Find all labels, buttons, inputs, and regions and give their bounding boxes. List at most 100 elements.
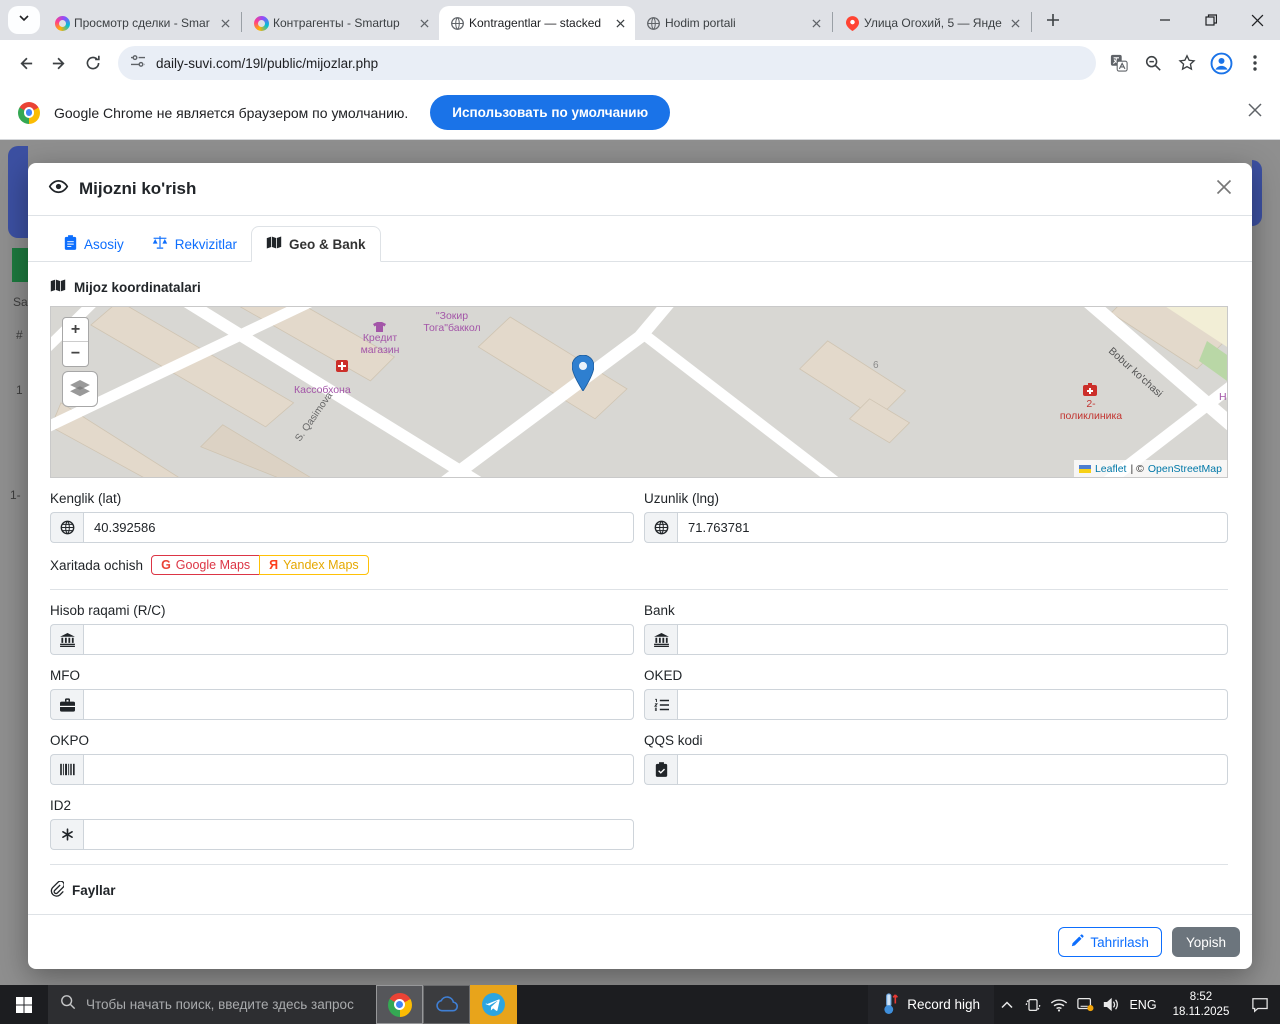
tab-separator xyxy=(241,12,242,32)
clock-time: 8:52 xyxy=(1162,990,1240,1005)
thermometer-icon xyxy=(882,992,899,1018)
bookmark-star-icon[interactable] xyxy=(1170,46,1204,80)
start-button[interactable] xyxy=(0,985,48,1024)
bank-icon xyxy=(50,624,83,655)
balance-scale-icon xyxy=(152,235,168,253)
zoom-in-button[interactable]: + xyxy=(63,318,88,342)
taskbar-telegram-button[interactable] xyxy=(470,985,517,1024)
infobar-message: Google Chrome не является браузером по у… xyxy=(54,105,408,121)
field-label: Bank xyxy=(644,603,1228,618)
browser-tab-1[interactable]: Просмотр сделки - Smar xyxy=(44,6,240,40)
map-canvas[interactable] xyxy=(51,307,1227,478)
modal-header: Mijozni ko'rish xyxy=(28,163,1252,216)
browser-tab-5[interactable]: Улица Огохий, 5 — Янде xyxy=(834,6,1030,40)
id2-input[interactable] xyxy=(83,819,634,850)
tab-close-icon[interactable] xyxy=(217,15,234,32)
browser-tab-2[interactable]: Контрагенты - Smartup xyxy=(243,6,439,40)
tray-volume-icon[interactable] xyxy=(1098,997,1124,1012)
reload-button[interactable] xyxy=(76,46,110,80)
profile-avatar[interactable] xyxy=(1204,46,1238,80)
open-map-label: Xaritada ochish xyxy=(50,558,143,573)
tab-rekvizitlar[interactable]: Rekvizitlar xyxy=(138,226,251,262)
field-label: Uzunlik (lng) xyxy=(644,491,1228,506)
tab-title: Улица Огохий, 5 — Янде xyxy=(864,16,1003,30)
asterisk-icon xyxy=(50,819,83,850)
close-window-button[interactable] xyxy=(1234,0,1280,40)
new-tab-button[interactable] xyxy=(1039,6,1067,34)
address-bar[interactable]: daily-suvi.com/19l/public/mijozlar.php xyxy=(118,46,1096,80)
tab-close-icon[interactable] xyxy=(808,15,825,32)
tab-asosiy[interactable]: Asosiy xyxy=(50,226,138,262)
globe-favicon xyxy=(449,15,465,31)
chrome-logo-icon xyxy=(388,993,412,1017)
language-indicator[interactable]: ENG xyxy=(1124,998,1162,1012)
zoom-icon[interactable] xyxy=(1136,46,1170,80)
tahrirlash-button[interactable]: Tahrirlash xyxy=(1058,927,1162,957)
section-title-text: Mijoz koordinatalari xyxy=(74,280,201,295)
bank-input[interactable] xyxy=(677,624,1228,655)
zoom-out-button[interactable]: − xyxy=(63,342,88,366)
taskbar-search-input[interactable] xyxy=(86,997,364,1012)
taskbar-chrome-button[interactable] xyxy=(376,985,423,1024)
taskbar-search[interactable] xyxy=(48,985,376,1024)
qqs-kodi-input[interactable] xyxy=(677,754,1228,785)
minimize-button[interactable] xyxy=(1142,0,1188,40)
tab-label: Geo & Bank xyxy=(289,237,366,252)
osm-link[interactable]: OpenStreetMap xyxy=(1148,463,1222,475)
window-controls xyxy=(1142,0,1280,40)
map-attribution: Leaflet | © OpenStreetMap xyxy=(1074,460,1227,477)
field-oked: OKED xyxy=(644,655,1228,720)
tab-separator xyxy=(1031,12,1032,32)
tray-wifi-icon[interactable] xyxy=(1046,998,1072,1012)
oked-input[interactable] xyxy=(677,689,1228,720)
tray-rotation-lock-icon[interactable] xyxy=(1020,997,1046,1013)
tab-search-button[interactable] xyxy=(8,6,40,34)
site-settings-icon[interactable] xyxy=(130,53,146,74)
background-page-text: 1 xyxy=(16,383,23,397)
menu-dots-icon[interactable] xyxy=(1238,46,1272,80)
google-g-icon: G xyxy=(161,558,171,572)
kenglik-lat-input[interactable] xyxy=(83,512,634,543)
url-text[interactable]: daily-suvi.com/19l/public/mijozlar.php xyxy=(156,56,378,71)
map-layers-button[interactable] xyxy=(62,371,98,407)
google-maps-button[interactable]: G Google Maps xyxy=(151,555,260,575)
okpo-input[interactable] xyxy=(83,754,634,785)
yandex-maps-button[interactable]: Я Yandex Maps xyxy=(259,555,369,575)
field-label: OKPO xyxy=(50,733,634,748)
use-default-button[interactable]: Использовать по умолчанию xyxy=(430,95,670,130)
forward-button[interactable] xyxy=(42,46,76,80)
field-label: OKED xyxy=(644,668,1228,683)
action-center-icon[interactable] xyxy=(1240,997,1280,1013)
browser-tab-4[interactable]: Hodim portali xyxy=(635,6,831,40)
background-page-fragment xyxy=(8,146,28,238)
modal-close-icon[interactable] xyxy=(1216,179,1232,200)
translate-icon[interactable] xyxy=(1102,46,1136,80)
tab-close-icon[interactable] xyxy=(416,15,433,32)
modal-body: Mijoz koordinatalari xyxy=(28,262,1252,900)
mfo-input[interactable] xyxy=(83,689,634,720)
tab-close-icon[interactable] xyxy=(1007,15,1024,32)
map-marker-pin[interactable] xyxy=(572,355,594,396)
restore-button[interactable] xyxy=(1188,0,1234,40)
hisob-raqami-input[interactable] xyxy=(83,624,634,655)
leaflet-link[interactable]: Leaflet xyxy=(1095,463,1127,475)
tab-geo-bank[interactable]: Geo & Bank xyxy=(251,226,381,262)
system-tray: ENG 8:52 18.11.2025 xyxy=(994,985,1280,1024)
browser-tab-3-active[interactable]: Kontragentlar — stacked xyxy=(439,6,635,40)
leaflet-map[interactable]: + − "Зокир Тога"баккол xyxy=(50,306,1228,478)
back-button[interactable] xyxy=(8,46,42,80)
taskbar-cloud-button[interactable] xyxy=(423,985,470,1024)
uzunlik-lng-input[interactable] xyxy=(677,512,1228,543)
background-page-fragment xyxy=(12,248,28,282)
tab-close-icon[interactable] xyxy=(612,15,629,32)
yopish-button[interactable]: Yopish xyxy=(1172,927,1240,957)
tray-update-badge-icon[interactable] xyxy=(1072,997,1098,1012)
taskbar-clock[interactable]: 8:52 18.11.2025 xyxy=(1162,990,1240,1020)
tray-chevron-up-icon[interactable] xyxy=(994,1001,1020,1009)
ukraine-flag-icon xyxy=(1079,465,1091,473)
infobar-close-icon[interactable] xyxy=(1248,103,1262,122)
tab-title: Kontragentlar — stacked xyxy=(469,16,608,30)
background-page-fragment xyxy=(1252,160,1262,226)
taskbar-weather-widget[interactable]: Record high xyxy=(868,985,994,1024)
google-maps-label: Google Maps xyxy=(176,558,250,572)
